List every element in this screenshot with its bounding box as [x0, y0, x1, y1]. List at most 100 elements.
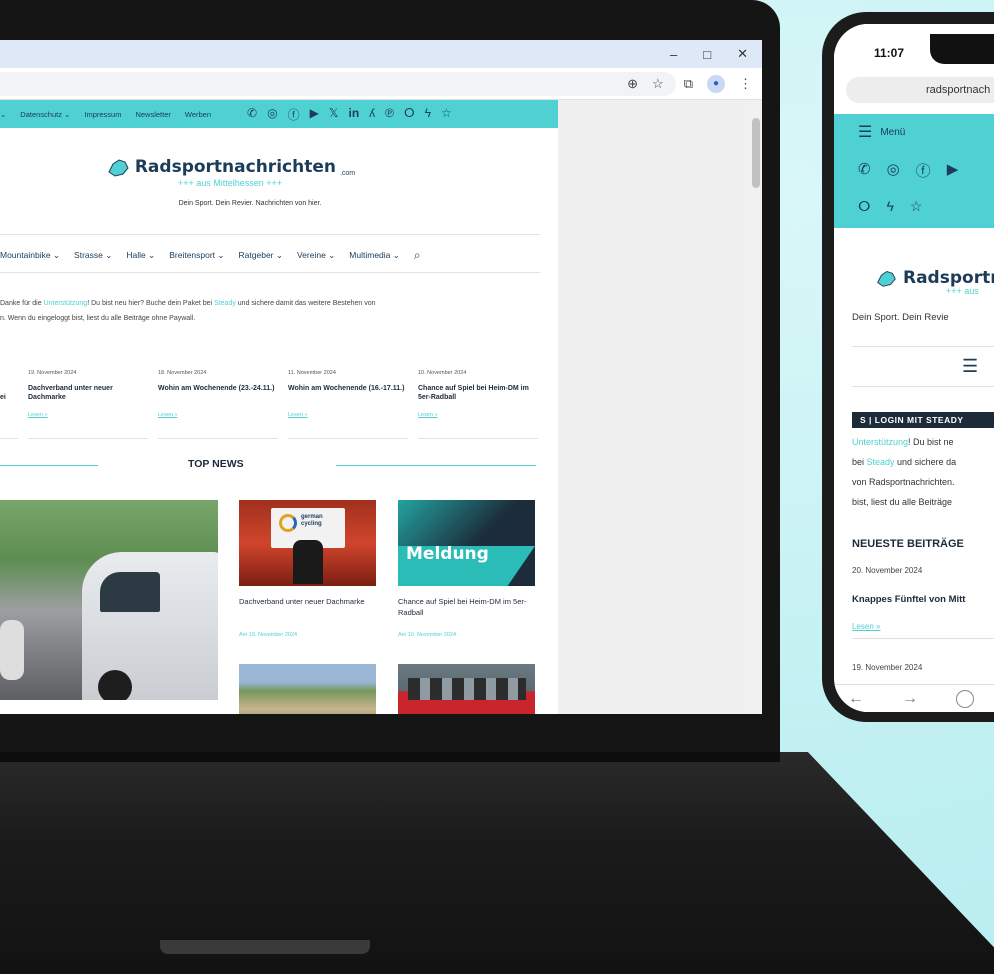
strava-icon[interactable]: ʎ [369, 106, 375, 123]
ticker-date: 11. November 2024 [288, 370, 336, 376]
nav-item-halle[interactable]: Halle ⌄ [126, 250, 155, 261]
ticker-title[interactable]: Dachverband unter neuer Dachmarke [28, 384, 148, 412]
profile-avatar-icon[interactable]: ● [707, 74, 725, 93]
address-bar[interactable]: ⊕ ☆ [0, 71, 676, 96]
image-text: Meldung [406, 544, 489, 564]
search-icon[interactable]: ⌕ [414, 248, 421, 263]
bolt-icon[interactable]: ϟ [886, 198, 893, 215]
back-icon[interactable]: ← [848, 690, 864, 708]
rss-icon[interactable]: ⵔ [858, 198, 870, 215]
support-link[interactable]: Unterstützung [44, 300, 88, 307]
top-nav-item-werben[interactable]: Werben [185, 110, 211, 119]
ticker-read-link[interactable]: Lesen » [28, 412, 148, 418]
card-image-panel[interactable] [398, 664, 535, 714]
steady-notice: Unterstützung! Du bist ne bei Steady und… [852, 432, 994, 512]
ticker-read-link[interactable]: Lesen » [288, 412, 408, 418]
pinterest-icon[interactable]: ℗ [385, 106, 394, 123]
site-tagline: Dein Sport. Dein Revie [852, 312, 949, 323]
scrollbar-thumb[interactable] [752, 118, 760, 188]
divider [852, 386, 994, 387]
ticker-title[interactable]: Chance auf Spiel bei Heim-DM im 5er-Radb… [418, 384, 538, 412]
nav-item-ratgeber[interactable]: Ratgeber ⌄ [239, 250, 283, 261]
hamburger-icon[interactable]: ☰ [962, 356, 978, 377]
article-date: 19. November 2024 [852, 663, 923, 672]
nav-item-multimedia[interactable]: Multimedia ⌄ [349, 250, 400, 261]
hessen-map-icon [877, 271, 896, 287]
image-text: german cycling [301, 514, 323, 527]
divider [0, 272, 540, 273]
read-more-link[interactable]: Lesen » [852, 622, 880, 631]
notice-text: und sichere damit das weitere Bestehen v… [235, 300, 376, 307]
card-title[interactable]: Chance auf Spiel bei Heim-DM im 5er-Radb… [398, 596, 538, 618]
steady-link[interactable]: Steady [214, 300, 236, 307]
notice-text: Danke für die [0, 300, 44, 307]
top-news-heading: TOP NEWS [188, 458, 244, 470]
divider [852, 346, 994, 347]
phone-social-row: ⵔ ϟ ☆ [858, 198, 922, 215]
facebook-icon[interactable]: ⓕ [288, 106, 300, 123]
van-wheel [98, 670, 132, 700]
ticker-title[interactable]: ei [0, 384, 20, 412]
youtube-icon[interactable]: ▶ [947, 160, 959, 181]
divider [288, 438, 408, 439]
nav-item-breitensport[interactable]: Breitensport ⌄ [169, 250, 224, 261]
star-icon[interactable]: ☆ [910, 198, 923, 215]
close-button[interactable]: ✕ [737, 46, 748, 62]
nav-item-mountainbike[interactable]: Mountainbike ⌄ [0, 250, 60, 261]
steady-link[interactable]: Steady [867, 457, 895, 467]
ticker-item: ei [0, 370, 20, 412]
nav-item-vereine[interactable]: Vereine ⌄ [297, 250, 335, 261]
phone-menu-button[interactable]: ☰ Menü [858, 122, 905, 142]
ticker-title[interactable]: Wohin am Wochenende (23.-24.11.) [158, 384, 278, 412]
extensions-icon[interactable]: ⧉ [684, 76, 693, 92]
main-nav: Mountainbike ⌄ Strasse ⌄ Halle ⌄ Breiten… [0, 248, 421, 263]
status-time: 11:07 [874, 46, 905, 60]
card-image-meldung[interactable]: Meldung [398, 500, 535, 586]
support-link[interactable]: Unterstützung [852, 437, 908, 447]
top-nav-item-newsletter[interactable]: Newsletter [135, 110, 170, 119]
rss-icon[interactable]: ⵔ [404, 106, 415, 123]
article-title[interactable]: Knappes Fünftel von Mitt [852, 594, 965, 605]
ticker-item: 19. November 2024 Dachverband unter neue… [28, 370, 148, 418]
scrollbar[interactable] [750, 100, 762, 714]
linkedin-icon[interactable]: in [349, 106, 360, 123]
featured-article-image[interactable] [0, 500, 218, 700]
card-image-construction[interactable] [239, 664, 376, 714]
top-nav-item-impressum[interactable]: Impressum [84, 110, 121, 119]
german-cycling-logo-icon [279, 514, 297, 532]
whatsapp-icon[interactable]: ✆ [247, 106, 257, 123]
forward-icon[interactable]: → [902, 690, 918, 708]
facebook-icon[interactable]: ⓕ [916, 160, 931, 181]
minimize-button[interactable]: – [670, 47, 677, 62]
ticker-read-link[interactable]: Lesen » [418, 412, 538, 418]
nav-item-strasse[interactable]: Strasse ⌄ [74, 250, 112, 261]
ticker-item: 18. November 2024 Wohin am Wochenende (2… [158, 370, 278, 418]
instagram-icon[interactable]: ◎ [267, 106, 277, 123]
youtube-icon[interactable]: ▶ [310, 106, 319, 123]
site-logo[interactable]: Radsportnachrichten .com +++ aus Mittelh… [100, 154, 360, 188]
card-date: Am 10. November 2024 [398, 632, 457, 638]
star-icon[interactable]: ☆ [441, 106, 452, 123]
whatsapp-icon[interactable]: ✆ [858, 160, 871, 181]
bolt-icon[interactable]: ϟ [425, 106, 431, 123]
notice-line: von Radsportnachrichten. [852, 477, 955, 487]
top-nav-item-datenschutz[interactable]: Datenschutz ⌄ [20, 110, 70, 119]
social-links: ✆ ◎ ⓕ ▶ 𝕏 in ʎ ℗ ⵔ ϟ ☆ [247, 106, 452, 123]
instagram-icon[interactable]: ◎ [887, 160, 900, 181]
ticker-item: 10. November 2024 Chance auf Spiel bei H… [418, 370, 538, 418]
ticker-read-link[interactable]: Lesen » [158, 412, 278, 418]
card-title[interactable]: Dachverband unter neuer Dachmarke [239, 596, 379, 607]
add-tab-icon[interactable] [956, 689, 974, 708]
steady-login-button[interactable]: S | LOGIN MIT STEADY [852, 412, 994, 428]
top-nav-item-first[interactable]: ⌄ [0, 110, 6, 119]
zoom-icon[interactable]: ⊕ [627, 76, 638, 92]
ticker-date: 10. November 2024 [418, 370, 467, 376]
x-icon[interactable]: 𝕏 [329, 106, 339, 123]
card-image-german-cycling[interactable]: german cycling [239, 500, 376, 586]
phone-browser-nav: ← → [834, 684, 994, 712]
phone-address-bar[interactable]: radsportnach [846, 77, 994, 103]
bookmark-star-icon[interactable]: ☆ [652, 76, 664, 92]
ticker-title[interactable]: Wohin am Wochenende (16.-17.11.) [288, 384, 408, 412]
browser-menu-icon[interactable]: ⋮ [739, 76, 752, 92]
maximize-button[interactable]: □ [703, 47, 711, 62]
